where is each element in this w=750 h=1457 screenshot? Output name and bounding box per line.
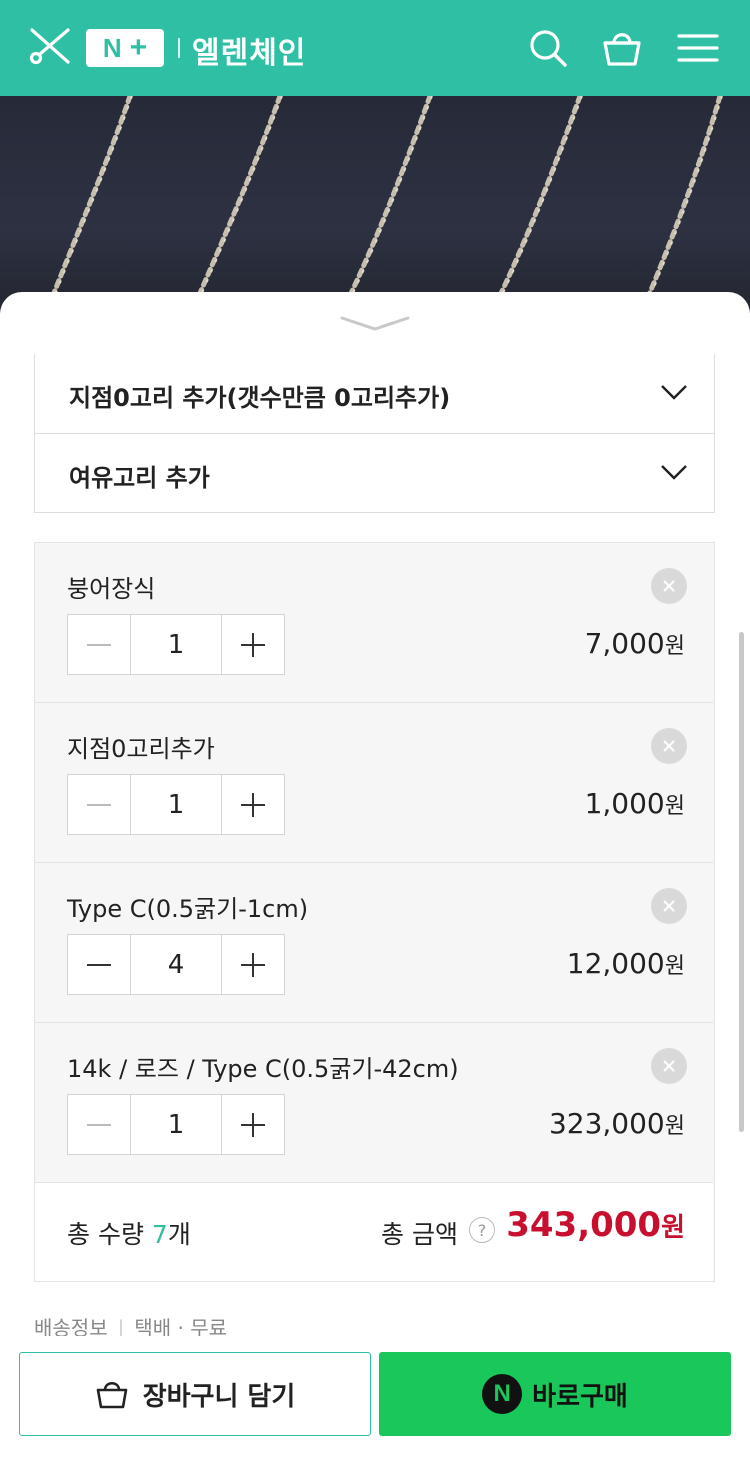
decrease-quantity-button[interactable] — [68, 1095, 130, 1154]
item-name: 14k / 로즈 / Type C(0.5굵기-42cm) — [67, 1055, 459, 1083]
order-summary: 총 수량 7개 총 금액 ? 343,000원 — [35, 1183, 713, 1281]
product-image — [0, 96, 750, 316]
badge-plus: + — [129, 31, 148, 64]
sheet-collapse-chevron-icon[interactable] — [338, 312, 412, 334]
quantity-stepper: 4 — [67, 934, 285, 995]
minus-icon — [87, 963, 111, 966]
currency-unit: 원 — [664, 954, 685, 979]
quantity-value[interactable]: 1 — [130, 615, 222, 674]
total-quantity-unit: 개 — [167, 1220, 191, 1249]
shopping-bag-icon — [96, 1381, 128, 1409]
selected-item: 지점0고리추가 1 1,000원 — [35, 703, 713, 863]
option-select-extra-ring[interactable]: 지점0고리 추가(갯수만큼 0고리추가) — [34, 354, 715, 434]
decrease-quantity-button[interactable] — [68, 935, 130, 994]
selected-items-list: 붕어장식 1 7,000원 지점0고리추가 1 1,000원 Type C(0.… — [34, 542, 715, 1282]
buy-now-label: 바로구매 — [532, 1381, 628, 1412]
option-select-spare-ring[interactable]: 여유고리 추가 — [34, 433, 715, 513]
quantity-value[interactable]: 1 — [130, 1095, 222, 1154]
item-price: 12,000원 — [567, 947, 685, 980]
naver-plus-badge: N + — [86, 29, 164, 67]
add-to-cart-label: 장바구니 담기 — [142, 1381, 296, 1412]
store-name[interactable]: 엘렌체인 — [192, 28, 306, 72]
total-amount-label: 총 금액 — [381, 1220, 458, 1249]
currency-unit: 원 — [664, 634, 685, 659]
increase-quantity-button[interactable] — [222, 1095, 284, 1154]
plus-icon — [241, 952, 265, 977]
chain-photo — [42, 96, 723, 316]
currency-unit: 원 — [664, 1114, 685, 1139]
total-amount-unit: 원 — [661, 1213, 685, 1243]
item-name: Type C(0.5굵기-1cm) — [67, 895, 309, 923]
option-select-label: 지점0고리 추가(갯수만큼 0고리추가) — [69, 384, 451, 412]
badge-n: N — [102, 32, 122, 63]
total-amount-value: 343,000 — [506, 1205, 662, 1245]
quantity-stepper: 1 — [67, 1094, 285, 1155]
bottom-action-bar: 장바구니 담기 N 바로구매 — [0, 1336, 750, 1457]
close-icon — [663, 740, 675, 752]
scissors-logo-icon[interactable] — [28, 26, 72, 66]
close-icon — [663, 1060, 675, 1072]
remove-item-button[interactable] — [651, 1048, 687, 1084]
app-header: N + 엘렌체인 — [0, 0, 750, 96]
search-icon[interactable] — [526, 26, 570, 70]
selected-item: 붕어장식 1 7,000원 — [35, 543, 713, 703]
plus-icon — [241, 792, 265, 817]
minus-icon — [87, 1123, 111, 1126]
increase-quantity-button[interactable] — [222, 935, 284, 994]
chevron-down-icon — [661, 465, 687, 480]
total-quantity-label: 총 수량 — [67, 1220, 144, 1249]
minus-icon — [87, 643, 111, 646]
naver-pay-icon: N — [482, 1374, 523, 1414]
increase-quantity-button[interactable] — [222, 615, 284, 674]
decrease-quantity-button[interactable] — [68, 615, 130, 674]
option-bottom-sheet: 지점0고리 추가(갯수만큼 0고리추가) 여유고리 추가 붕어장식 1 7,00… — [0, 292, 750, 1457]
item-price: 323,000원 — [549, 1107, 685, 1140]
quantity-stepper: 1 — [67, 774, 285, 835]
quantity-stepper: 1 — [67, 614, 285, 675]
total-amount: 343,000원 — [506, 1205, 685, 1245]
currency-unit: 원 — [664, 794, 685, 819]
price-value: 323,000 — [548, 1107, 665, 1140]
price-value: 1,000 — [584, 787, 665, 820]
price-value: 12,000 — [566, 947, 665, 980]
increase-quantity-button[interactable] — [222, 775, 284, 834]
add-to-cart-button[interactable]: 장바구니 담기 — [19, 1352, 371, 1436]
selected-item: Type C(0.5굵기-1cm) 4 12,000원 — [35, 863, 713, 1023]
item-name: 지점0고리추가 — [67, 735, 215, 763]
buy-now-button[interactable]: N 바로구매 — [379, 1352, 731, 1436]
total-quantity-value: 7 — [151, 1220, 168, 1249]
hamburger-menu-icon[interactable] — [676, 26, 720, 70]
close-icon — [663, 900, 675, 912]
plus-icon — [241, 1112, 265, 1137]
help-icon[interactable]: ? — [469, 1217, 495, 1243]
quantity-value[interactable]: 1 — [130, 775, 222, 834]
remove-item-button[interactable] — [651, 568, 687, 604]
selected-item: 14k / 로즈 / Type C(0.5굵기-42cm) 1 323,000원 — [35, 1023, 713, 1183]
quantity-value[interactable]: 4 — [130, 935, 222, 994]
remove-item-button[interactable] — [651, 728, 687, 764]
minus-icon — [87, 803, 111, 806]
scrollbar[interactable] — [739, 632, 744, 1132]
shopping-bag-icon[interactable] — [600, 26, 644, 70]
total-quantity: 총 수량 7개 — [67, 1215, 191, 1251]
option-select-label: 여유고리 추가 — [69, 464, 210, 492]
plus-icon — [241, 632, 265, 657]
item-price: 7,000원 — [585, 627, 685, 660]
chevron-down-icon — [661, 385, 687, 400]
item-price: 1,000원 — [585, 787, 685, 820]
price-value: 7,000 — [584, 627, 665, 660]
item-name: 붕어장식 — [67, 575, 156, 603]
decrease-quantity-button[interactable] — [68, 775, 130, 834]
remove-item-button[interactable] — [651, 888, 687, 924]
close-icon — [663, 580, 675, 592]
header-divider — [178, 38, 180, 58]
